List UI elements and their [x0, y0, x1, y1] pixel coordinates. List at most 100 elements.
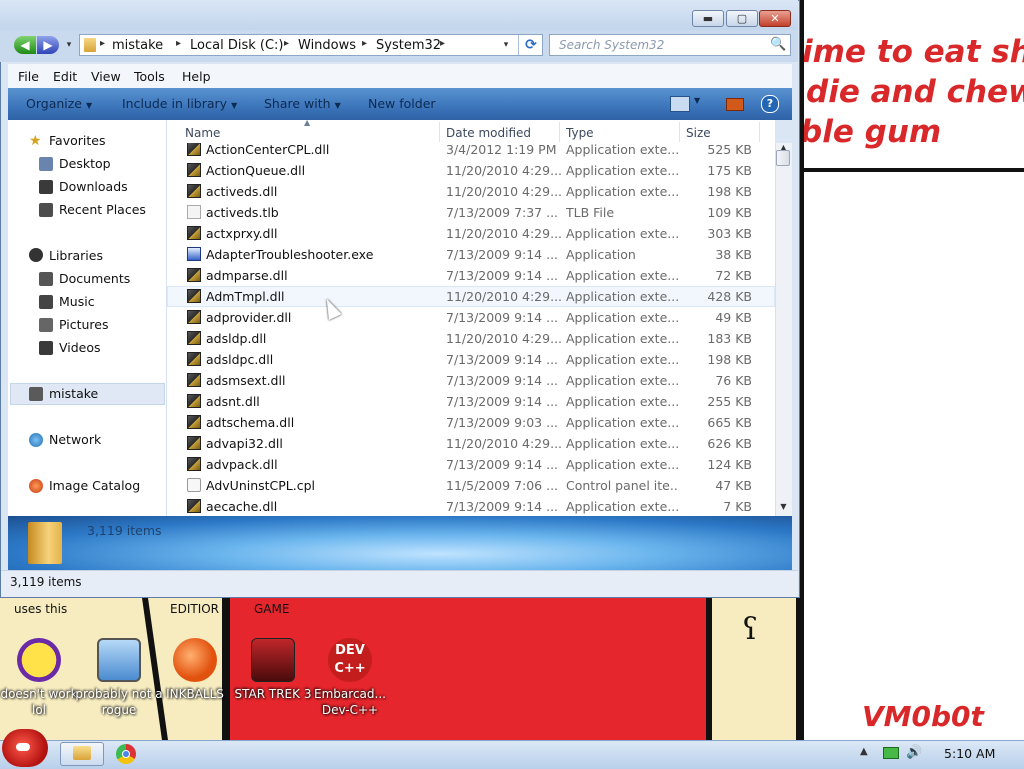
menu-file[interactable]: File	[18, 69, 39, 84]
nav-libraries[interactable]: Libraries	[49, 248, 103, 263]
column-header-name[interactable]: Name	[185, 126, 220, 140]
nav-recent-places[interactable]: Recent Places	[59, 202, 146, 217]
folder-icon	[84, 38, 96, 52]
menu-tools[interactable]: Tools	[134, 69, 165, 84]
column-header-type[interactable]: Type	[566, 126, 594, 140]
file-row[interactable]: aecache.dll 7/13/2009 9:14 ... Application…	[167, 496, 775, 516]
refresh-button[interactable]: ⟳	[518, 35, 543, 55]
vertical-scrollbar[interactable]	[775, 143, 792, 516]
forward-button[interactable]: ▶	[37, 36, 59, 54]
nav-image-catalog[interactable]: Image Catalog	[49, 478, 140, 493]
share-with-button[interactable]: Share with ▼	[264, 96, 341, 111]
breadcrumb-mistake[interactable]: mistake	[112, 38, 163, 53]
nav-pictures[interactable]: Pictures	[59, 317, 109, 332]
organize-button[interactable]: Organize ▼	[26, 96, 92, 111]
address-history-dropdown[interactable]: ▾	[498, 37, 514, 53]
file-row[interactable]: advpack.dll 7/13/2009 9:14 ... Application…	[167, 454, 775, 475]
menu-help[interactable]: Help	[182, 69, 211, 84]
nav-videos[interactable]: Videos	[59, 340, 101, 355]
column-divider[interactable]	[439, 122, 440, 142]
maximize-button[interactable]: ▢	[726, 10, 758, 27]
wallpaper-label-uses-this: uses this	[14, 602, 68, 616]
chevron-right-icon[interactable]: ▸	[284, 38, 289, 49]
minimize-button[interactable]: ▬	[692, 10, 724, 27]
desktop-icon-dev-cpp[interactable]: DEV C++ Embarcad... Dev-C++	[305, 638, 395, 718]
file-row[interactable]: actxprxy.dll 11/20/2010 4:29... Applicatio…	[167, 223, 775, 244]
file-row[interactable]: AdapterTroubleshooter.exe 7/13/2009 9:14 …	[167, 244, 775, 265]
scrollbar-thumb[interactable]	[776, 150, 790, 166]
file-row[interactable]: activeds.tlb 7/13/2009 7:37 ... TLB File 10…	[167, 202, 775, 223]
monitor-gears-icon	[97, 638, 141, 682]
file-row[interactable]: adsldp.dll 11/20/2010 4:29... Application …	[167, 328, 775, 349]
nav-documents[interactable]: Documents	[59, 271, 130, 286]
back-button[interactable]: ◀	[14, 36, 36, 54]
preview-pane-icon[interactable]	[726, 98, 744, 111]
file-date-modified: 11/5/2009 7:06 ...	[446, 478, 559, 493]
clock[interactable]: 5:10 AM	[944, 746, 995, 761]
file-date-modified: 3/4/2012 1:19 PM	[446, 143, 557, 157]
nav-network[interactable]: Network	[49, 432, 101, 447]
file-row[interactable]: AdmTmpl.dll 11/20/2010 4:29... Application…	[167, 286, 775, 307]
file-row[interactable]: adtschema.dll 7/13/2009 9:03 ... Applicati…	[167, 412, 775, 433]
breadcrumb-local-disk[interactable]: Local Disk (C:)	[190, 38, 283, 53]
chevron-down-icon[interactable]: ▼	[694, 96, 700, 105]
file-row[interactable]: adsldpc.dll 7/13/2009 9:14 ... Application…	[167, 349, 775, 370]
file-row[interactable]: ActionCenterCPL.dll 3/4/2012 1:19 PM Appli…	[167, 143, 775, 160]
desktop-icon-inkballs[interactable]: INKBALLS	[150, 638, 240, 702]
file-row[interactable]: admparse.dll 7/13/2009 9:14 ... Applicatio…	[167, 265, 775, 286]
file-row[interactable]: adsmsext.dll 7/13/2009 9:14 ... Applicatio…	[167, 370, 775, 391]
scroll-down-arrow-icon[interactable]: ▼	[776, 502, 791, 514]
network-status-icon[interactable]	[883, 747, 899, 759]
dll-file-icon	[187, 289, 201, 303]
file-row[interactable]: activeds.dll 11/20/2010 4:29... Applicatio…	[167, 181, 775, 202]
column-header-date-modified[interactable]: Date modified	[446, 126, 531, 140]
file-name: adsldpc.dll	[206, 352, 274, 367]
show-hidden-icons-button[interactable]: ▲	[860, 746, 868, 757]
file-size: 183 KB	[707, 331, 752, 346]
dev-cpp-icon: DEV C++	[328, 638, 372, 682]
help-icon[interactable]: ?	[761, 95, 779, 113]
nav-desktop[interactable]: Desktop	[59, 156, 111, 171]
file-row[interactable]: AdvUninstCPL.cpl 11/5/2009 7:06 ... Contro…	[167, 475, 775, 496]
include-in-library-button[interactable]: Include in library ▼	[122, 96, 237, 111]
wallpaper-scribble: ʕ	[742, 612, 759, 647]
breadcrumb-windows[interactable]: Windows	[298, 38, 356, 53]
volume-icon[interactable]: 🔊	[906, 745, 922, 760]
chevron-right-icon[interactable]: ▸	[440, 38, 445, 49]
column-divider[interactable]	[759, 122, 760, 142]
recent-pages-dropdown[interactable]: ▾	[62, 36, 76, 54]
menu-edit[interactable]: Edit	[53, 69, 77, 84]
file-name: adsnt.dll	[206, 394, 260, 409]
file-type: Application exte...	[566, 331, 678, 346]
folder-icon	[28, 522, 62, 564]
column-divider[interactable]	[679, 122, 680, 142]
file-row[interactable]: adprovider.dll 7/13/2009 9:14 ... Applicat…	[167, 307, 775, 328]
title-bar[interactable]	[0, 0, 798, 30]
file-row[interactable]: adsnt.dll 7/13/2009 9:14 ... Application e…	[167, 391, 775, 412]
file-row[interactable]: ActionQueue.dll 11/20/2010 4:29... Applica…	[167, 160, 775, 181]
search-icon[interactable]: 🔍	[770, 37, 786, 53]
desktop-icon-yahoo[interactable]: doesn't work lol	[0, 638, 84, 718]
nav-downloads[interactable]: Downloads	[59, 179, 128, 194]
nav-music[interactable]: Music	[59, 294, 95, 309]
nav-favorites[interactable]: Favorites	[49, 133, 105, 148]
nav-homegroup-mistake[interactable]: mistake	[49, 386, 98, 401]
breadcrumb-system32[interactable]: System32	[376, 38, 441, 53]
file-type: Application exte...	[566, 415, 678, 430]
file-date-modified: 7/13/2009 9:14 ...	[446, 268, 559, 283]
file-date-modified: 7/13/2009 9:14 ...	[446, 394, 559, 409]
close-button[interactable]: ✕	[759, 10, 791, 27]
column-divider[interactable]	[559, 122, 560, 142]
column-header-size[interactable]: Size	[686, 126, 711, 140]
new-folder-button[interactable]: New folder	[368, 96, 436, 111]
file-name: admparse.dll	[206, 268, 288, 283]
chevron-right-icon[interactable]: ▸	[176, 38, 181, 49]
chevron-right-icon[interactable]: ▸	[100, 38, 105, 49]
file-name: actxprxy.dll	[206, 226, 278, 241]
chrome-center-dot	[122, 750, 130, 758]
chevron-right-icon[interactable]: ▸	[362, 38, 367, 49]
change-view-icon[interactable]	[670, 96, 690, 112]
file-row[interactable]: advapi32.dll 11/20/2010 4:29... Applicatio…	[167, 433, 775, 454]
menu-view[interactable]: View	[91, 69, 121, 84]
angry-bird-icon	[16, 743, 30, 751]
